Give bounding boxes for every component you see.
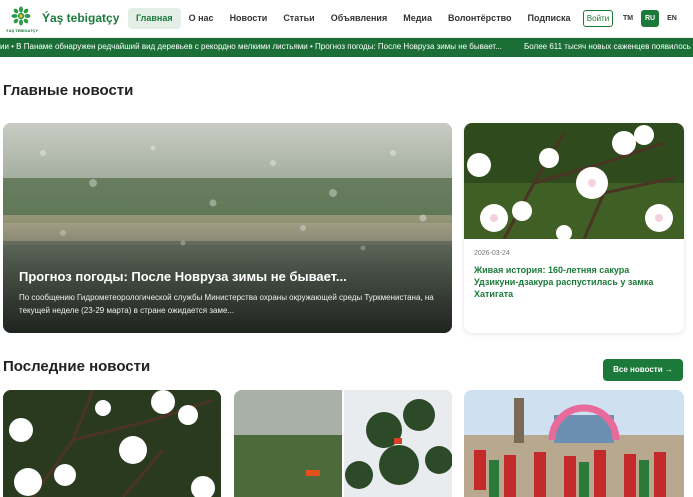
nav-item-announcements[interactable]: Объявления — [323, 8, 396, 29]
latest-news-heading: Последние новости — [3, 358, 151, 375]
latest-news-card-3[interactable] — [464, 390, 684, 497]
side-card-image — [464, 123, 684, 239]
nav-item-media[interactable]: Медиа — [395, 8, 440, 29]
brand-name[interactable]: Ýaş tebigatçy — [42, 11, 119, 25]
side-card-date: 2026-03-24 — [474, 250, 510, 257]
all-news-button[interactable]: Все новости → — [603, 359, 683, 381]
latest-news-card-1[interactable] — [3, 390, 221, 497]
latest-card-1-image — [3, 390, 221, 497]
latest-card-2-image — [234, 390, 452, 497]
news-ticker: ии • В Панаме обнаружен редчайший вид де… — [0, 38, 693, 57]
main-nav: Главная О нас Новости Статьи Объявления … — [128, 8, 579, 29]
side-news-card[interactable]: 2026-03-24 Живая история: 160-летняя сак… — [464, 123, 684, 333]
feature-title[interactable]: Прогноз погоды: После Новруза зимы не бы… — [19, 269, 347, 284]
latest-news-card-2[interactable] — [234, 390, 452, 497]
nav-item-subscription[interactable]: Подписка — [520, 8, 579, 29]
feature-news-card[interactable]: Прогноз погоды: После Новруза зимы не бы… — [3, 123, 452, 333]
logo-subtext: ÝAŞ TEBIGATÇY — [5, 28, 39, 33]
lang-ru-button[interactable]: RU — [641, 10, 659, 27]
nav-item-about[interactable]: О нас — [181, 8, 222, 29]
nav-item-volunteering[interactable]: Волонтёрство — [440, 8, 520, 29]
ticker-text-right[interactable]: Более 611 тысяч новых саженцев появилось… — [524, 42, 693, 51]
nav-item-news[interactable]: Новости — [222, 8, 276, 29]
ticker-text-left[interactable]: ии • В Панаме обнаружен редчайший вид де… — [0, 42, 502, 51]
side-card-title[interactable]: Живая история: 160-летняя сакура Удзикун… — [474, 264, 674, 300]
nav-item-home[interactable]: Главная — [128, 8, 181, 29]
site-header: ÝAŞ TEBIGATÇY Ýaş tebigatçy Главная О на… — [0, 0, 693, 38]
login-button[interactable]: Войти — [583, 10, 613, 27]
feature-description: По сообщению Гидрометеорологической служ… — [19, 293, 434, 315]
lang-en-button[interactable]: EN — [663, 10, 681, 27]
lang-tm-button[interactable]: TM — [619, 10, 637, 27]
nav-item-articles[interactable]: Статьи — [275, 8, 322, 29]
latest-card-3-image — [464, 390, 684, 497]
main-news-heading: Главные новости — [3, 82, 134, 99]
